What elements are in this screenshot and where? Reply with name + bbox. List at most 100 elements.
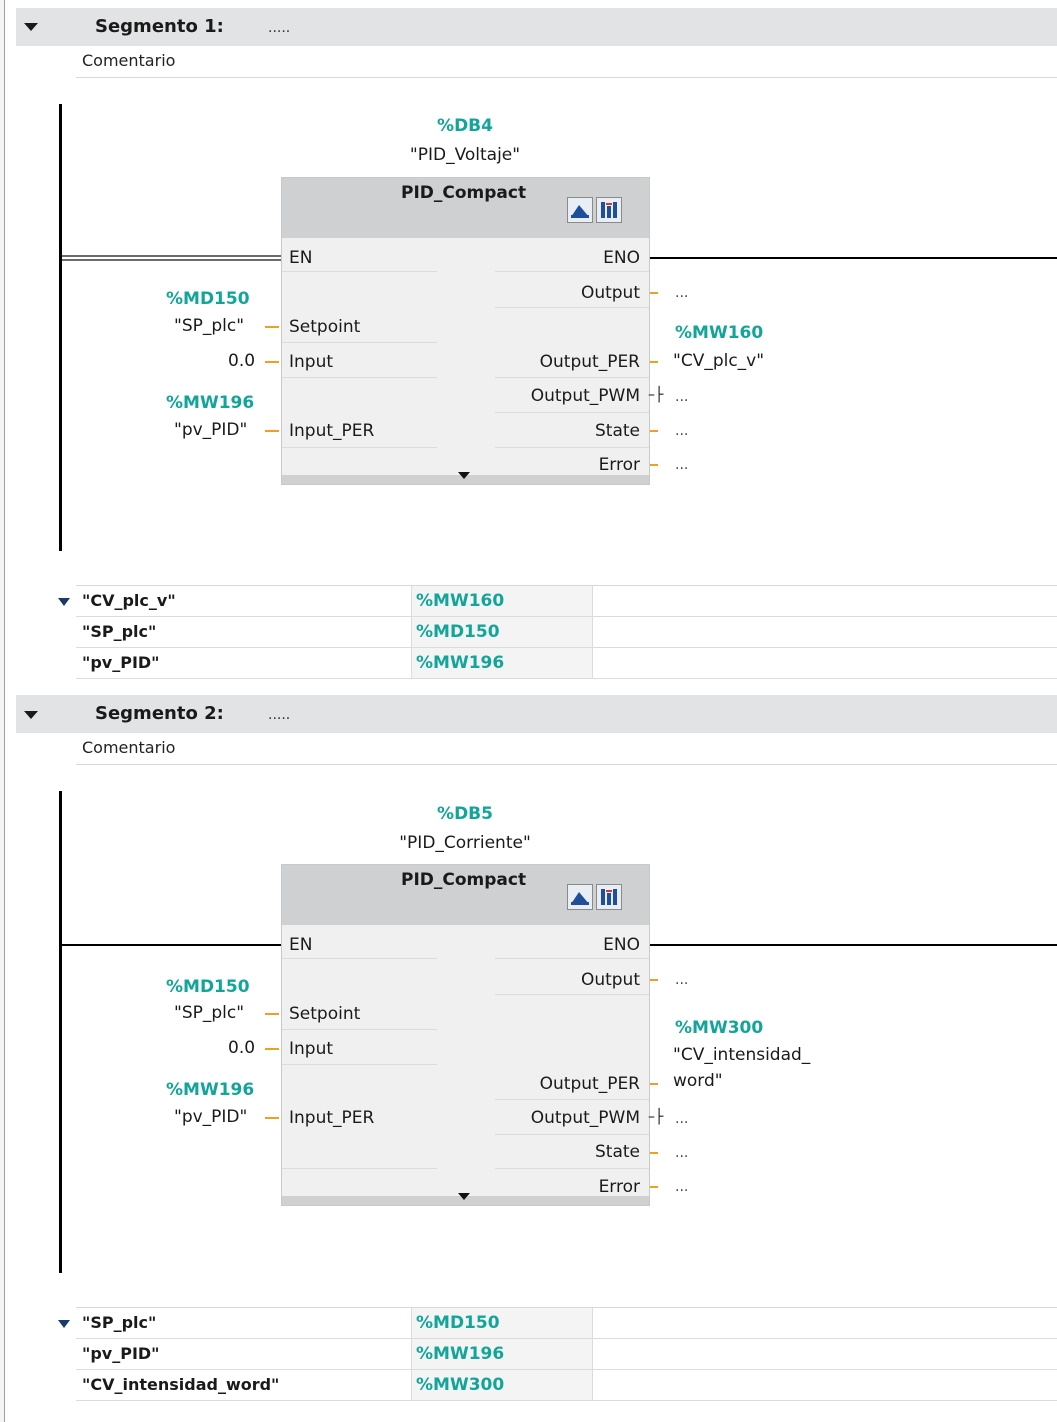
configuration-icon[interactable] (596, 197, 622, 223)
output-per-address[interactable]: %MW300 (675, 1018, 763, 1038)
connector-dash (265, 1048, 279, 1050)
pin-state[interactable]: State (500, 1141, 640, 1163)
segment-2-db-name[interactable]: "PID_Corriente" (365, 833, 565, 853)
segment-1-collapse-icon[interactable] (24, 23, 38, 31)
pin-state[interactable]: State (500, 420, 640, 442)
output-pwm-placeholder[interactable]: ... (675, 1111, 688, 1127)
tag-address: %MD150 (416, 1313, 500, 1333)
tag-name: "CV_plc_v" (82, 591, 176, 610)
connector-dash (650, 430, 658, 432)
table-row[interactable]: "SP_plc" %MD150 (76, 1308, 1057, 1339)
segment-1-db-address: %DB4 (437, 116, 493, 136)
input-value[interactable]: 0.0 (228, 1038, 255, 1058)
input-per-address[interactable]: %MW196 (166, 393, 254, 413)
pin-setpoint[interactable]: Setpoint (289, 316, 360, 338)
error-placeholder[interactable]: ... (675, 457, 688, 473)
pin-output[interactable]: Output (500, 282, 640, 304)
segment-2-collapse-icon[interactable] (24, 711, 38, 719)
segment-1-eno-wire (650, 257, 1057, 259)
setpoint-tag[interactable]: "SP_plc" (174, 1003, 244, 1023)
pin-separator (495, 1099, 649, 1100)
segment-1-db-name[interactable]: "PID_Voltaje" (365, 145, 565, 165)
table-row[interactable]: "CV_plc_v" %MW160 (76, 586, 1057, 617)
segment-2-expand-icon[interactable] (458, 1193, 470, 1200)
pin-error[interactable]: Error (500, 454, 640, 476)
commissioning-icon[interactable] (567, 197, 593, 223)
pin-separator (495, 447, 649, 448)
pin-separator (282, 1168, 437, 1169)
state-placeholder[interactable]: ... (675, 1145, 688, 1161)
output-per-address[interactable]: %MW160 (675, 323, 763, 343)
pin-separator (495, 958, 649, 959)
pin-separator (495, 377, 649, 378)
pin-input[interactable]: Input (289, 1038, 333, 1060)
setpoint-address[interactable]: %MD150 (166, 977, 250, 997)
tag-name: "SP_plc" (82, 1313, 157, 1332)
tag-address: %MW160 (416, 591, 505, 611)
input-per-tag[interactable]: "pv_PID" (174, 1107, 247, 1127)
input-per-address[interactable]: %MW196 (166, 1080, 254, 1100)
pin-output-per[interactable]: Output_PER (500, 1073, 640, 1095)
triangle-down-icon[interactable] (58, 598, 70, 606)
tag-address: %MW196 (416, 1344, 505, 1364)
pin-input-per[interactable]: Input_PER (289, 1107, 374, 1129)
pin-output-per[interactable]: Output_PER (500, 351, 640, 373)
editor-left-border (0, 0, 5, 1422)
tag-address-cell: %MW196 (411, 648, 593, 678)
pin-separator (282, 1064, 437, 1065)
pin-separator (282, 1029, 437, 1030)
output-per-tag-line2[interactable]: word" (673, 1071, 723, 1091)
input-per-tag[interactable]: "pv_PID" (174, 420, 247, 440)
commissioning-icon[interactable] (567, 884, 593, 910)
pin-separator (282, 377, 437, 378)
segment-2-comment[interactable]: Comentario (76, 733, 1057, 765)
triangle-down-icon[interactable] (58, 1320, 70, 1328)
segment-1-expand-icon[interactable] (458, 472, 470, 479)
output-placeholder[interactable]: ... (675, 285, 688, 301)
segment-2-eno-wire (650, 944, 1057, 946)
output-per-tag[interactable]: "CV_plc_v" (673, 351, 764, 371)
tag-name: "pv_PID" (82, 1344, 160, 1363)
connector-dash (650, 1083, 658, 1085)
pin-en[interactable]: EN (289, 247, 312, 269)
table-row[interactable]: "pv_PID" %MW196 (76, 1339, 1057, 1370)
pin-input-per[interactable]: Input_PER (289, 420, 374, 442)
pin-separator (282, 271, 437, 272)
segment-1-block-name: PID_Compact (401, 183, 527, 203)
pin-separator (282, 342, 437, 343)
connector-dash (650, 1152, 658, 1154)
segment-2-en-wire (62, 944, 281, 946)
pin-separator (495, 412, 649, 413)
pin-eno[interactable]: ENO (500, 934, 640, 956)
pin-output-pwm[interactable]: Output_PWM (490, 1107, 640, 1129)
output-per-tag-line1[interactable]: "CV_intensidad_ (673, 1045, 810, 1065)
pin-en[interactable]: EN (289, 934, 312, 956)
segment-1-comment[interactable]: Comentario (76, 46, 1057, 78)
pin-setpoint[interactable]: Setpoint (289, 1003, 360, 1025)
table-row[interactable]: "CV_intensidad_word" %MW300 (76, 1370, 1057, 1401)
state-placeholder[interactable]: ... (675, 423, 688, 439)
configuration-icon[interactable] (596, 884, 622, 910)
output-placeholder[interactable]: ... (675, 972, 688, 988)
table-row[interactable]: "pv_PID" %MW196 (76, 648, 1057, 679)
pin-output-pwm[interactable]: Output_PWM (490, 385, 640, 407)
setpoint-tag[interactable]: "SP_plc" (174, 316, 244, 336)
segment-2-block-name: PID_Compact (401, 870, 527, 890)
output-pwm-placeholder[interactable]: ... (675, 389, 688, 405)
connector-dash (650, 979, 658, 981)
pin-eno[interactable]: ENO (500, 247, 640, 269)
segment-1-en-wire (62, 255, 281, 261)
connector-dash (265, 1117, 279, 1119)
pin-separator (495, 307, 649, 308)
pin-output[interactable]: Output (500, 969, 640, 991)
segment-2-title-suffix: ..... (268, 707, 291, 723)
input-value[interactable]: 0.0 (228, 351, 255, 371)
pin-error[interactable]: Error (500, 1176, 640, 1198)
connector-dash (265, 326, 279, 328)
tag-address: %MD150 (416, 622, 500, 642)
setpoint-address[interactable]: %MD150 (166, 289, 250, 309)
error-placeholder[interactable]: ... (675, 1179, 688, 1195)
pin-input[interactable]: Input (289, 351, 333, 373)
table-row[interactable]: "SP_plc" %MD150 (76, 617, 1057, 648)
segment-2-title: Segmento 2: (95, 703, 224, 724)
